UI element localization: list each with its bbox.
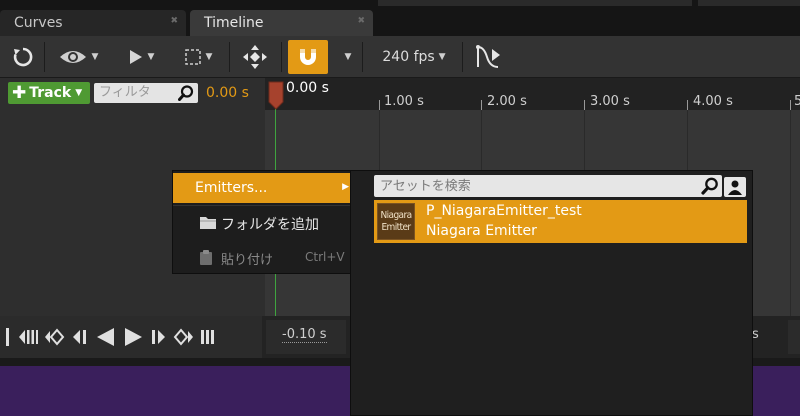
transport-controls (0, 316, 262, 358)
view-options-button[interactable]: ▼ (54, 40, 102, 74)
search-icon[interactable] (701, 177, 719, 195)
add-track-menu: Emitters... ▶ フォルダを追加 貼り付け Ctrl+V (172, 170, 357, 274)
ruler-tick-label: 3.00 s (590, 94, 630, 109)
magnet-icon (300, 49, 316, 65)
tab-bar: Curves ✖ Timeline ✖ (0, 0, 800, 36)
framerate-value: 240 fps (382, 49, 435, 65)
toolbar-separator (462, 42, 463, 72)
tab-curves[interactable]: Curves ✖ (0, 10, 186, 36)
ruler-tick (481, 100, 482, 110)
asset-search-input[interactable] (380, 177, 680, 195)
toolbar-separator (281, 42, 282, 72)
grid-line (790, 110, 791, 316)
close-icon[interactable]: ✖ (357, 16, 365, 26)
asset-view-options-button[interactable] (724, 177, 746, 197)
restore-button[interactable] (6, 40, 40, 74)
folder-icon (200, 217, 216, 229)
next-key-icon[interactable] (172, 327, 194, 347)
chevron-down-icon: ▼ (75, 88, 83, 98)
ruler-tick (687, 100, 688, 110)
menu-item-paste[interactable]: 貼り付け Ctrl+V (173, 242, 357, 272)
search-icon[interactable] (178, 85, 194, 101)
snap-toggle-button[interactable] (288, 40, 328, 74)
menu-item-emitters[interactable]: Emitters... ▶ (173, 173, 357, 203)
niagara-emitter-thumbnail: Niagara Emitter (377, 203, 415, 240)
step-back-icon[interactable] (18, 327, 38, 347)
play-forward-icon[interactable] (122, 326, 144, 348)
range-end-value[interactable]: s (752, 327, 759, 342)
menu-item-label: Emitters... (195, 180, 268, 196)
diamond-arrows-icon (243, 45, 267, 69)
menu-item-add-folder[interactable]: フォルダを追加 (173, 208, 357, 238)
current-time-value[interactable]: 0.00 s (206, 85, 249, 101)
sequencer-toolbar: ▼ ▼ ▼ ▼ 240 fps ▼ (0, 36, 800, 78)
asset-name: P_NiagaraEmitter_test (426, 203, 582, 219)
restore-icon (13, 47, 33, 67)
outliner-header: ✚ Track ▼ 0.00 s (0, 78, 265, 108)
time-ruler[interactable]: 1.00 s 2.00 s 3.00 s 4.00 s 5 (265, 78, 800, 110)
toolbar-separator (362, 42, 363, 72)
ruler-tick (790, 100, 791, 110)
ruler-tick-label: 5 (794, 94, 800, 109)
asset-type: Niagara Emitter (426, 223, 537, 239)
play-reverse-icon[interactable] (94, 326, 116, 348)
ruler-tick (584, 100, 585, 110)
step-forward-frame-icon[interactable] (150, 327, 166, 347)
chevron-down-icon: ▼ (344, 52, 352, 62)
menu-separator (173, 205, 357, 206)
toolbar-separator (44, 42, 45, 72)
range-start-value[interactable]: -0.10 s (282, 327, 327, 343)
ruler-tick-label: 2.00 s (487, 94, 527, 109)
tab-timeline[interactable]: Timeline ✖ (190, 10, 373, 36)
chevron-down-icon: ▼ (438, 52, 446, 62)
range-end-box (788, 320, 800, 354)
tab-bar-background (378, 0, 692, 6)
asset-search-box (374, 175, 722, 197)
jump-to-end-icon[interactable] (200, 327, 216, 347)
plus-icon: ✚ (12, 82, 27, 103)
ruler-tick (379, 100, 380, 110)
add-track-label: Track (29, 85, 72, 101)
toolbar-separator (229, 42, 230, 72)
ruler-tick-label: 4.00 s (693, 94, 733, 109)
emitter-asset-picker: Niagara Emitter P_NiagaraEmitter_test Ni… (350, 170, 753, 416)
key-all-button[interactable] (236, 40, 274, 74)
tab-bar-background (698, 0, 800, 6)
chevron-right-icon: ▶ (342, 182, 349, 192)
menu-item-label: フォルダを追加 (221, 217, 319, 233)
curve-editor-button[interactable] (470, 40, 506, 74)
step-back-frame-icon[interactable] (72, 327, 88, 347)
chevron-down-icon: ▼ (205, 52, 213, 62)
previous-key-icon[interactable] (44, 327, 66, 347)
menu-item-label: 貼り付け (221, 253, 274, 268)
tab-label: Timeline (204, 15, 264, 31)
menu-item-shortcut: Ctrl+V (305, 250, 345, 264)
track-filter-input[interactable] (99, 84, 174, 101)
curve-editor-icon (476, 45, 500, 68)
marquee-select-icon (184, 49, 201, 65)
selection-options-button[interactable]: ▼ (176, 40, 220, 74)
track-filter (94, 83, 198, 103)
playhead-handle[interactable] (268, 80, 284, 110)
play-icon (129, 50, 142, 64)
framerate-dropdown[interactable]: 240 fps ▼ (372, 40, 456, 74)
add-track-button[interactable]: ✚ Track ▼ (8, 82, 90, 104)
ruler-tick-label: 1.00 s (384, 94, 424, 109)
jump-to-start-icon[interactable] (4, 326, 12, 348)
thumbnail-label: Emitter (381, 221, 411, 233)
playhead-time-label: 0.00 s (286, 80, 329, 96)
chevron-down-icon: ▼ (147, 52, 155, 62)
snap-options-button[interactable]: ▼ (336, 40, 356, 74)
tab-label: Curves (14, 15, 63, 31)
playback-options-button[interactable]: ▼ (120, 40, 162, 74)
clipboard-icon (200, 250, 212, 265)
asset-list-item[interactable]: Niagara Emitter P_NiagaraEmitter_test Ni… (374, 200, 747, 243)
user-icon (728, 180, 742, 195)
eye-icon (59, 51, 86, 63)
close-icon[interactable]: ✖ (170, 16, 178, 26)
chevron-down-icon: ▼ (91, 52, 99, 62)
thumbnail-label: Niagara (380, 209, 413, 221)
